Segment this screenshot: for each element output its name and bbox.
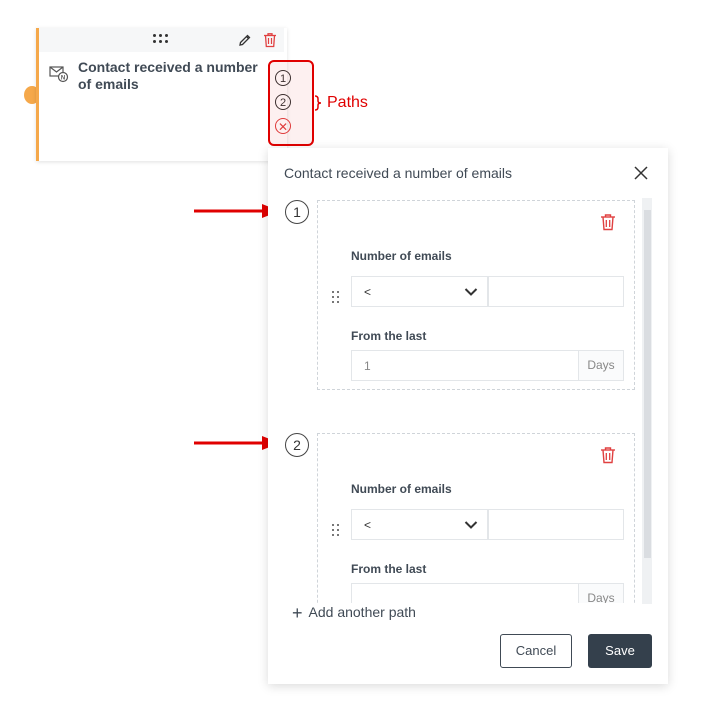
from-the-last-input[interactable]: 1 — [351, 350, 579, 381]
operator-value: < — [364, 518, 372, 532]
svg-text:N: N — [61, 76, 65, 82]
pencil-icon[interactable] — [238, 33, 252, 47]
save-button[interactable]: Save — [588, 634, 652, 668]
operator-select[interactable]: < — [351, 509, 488, 540]
days-unit-label: Days — [579, 583, 624, 603]
drag-handle-icon[interactable] — [332, 524, 340, 536]
node-title: Contact received a number of emails — [78, 59, 258, 92]
plus-icon: + — [292, 603, 303, 623]
drag-handle-icon[interactable] — [332, 291, 340, 303]
chevron-down-icon — [464, 288, 478, 296]
number-of-emails-label: Number of emails — [351, 249, 452, 263]
modal-title: Contact received a number of emails — [284, 165, 512, 181]
node-toolbar — [39, 28, 284, 52]
paths-modal: Contact received a number of emails 1 Nu… — [268, 148, 668, 684]
from-the-last-value: 1 — [364, 359, 371, 373]
paths-scroll-area: 1 Number of emails < From the last 1 Day… — [268, 193, 668, 603]
paths-highlight-box — [268, 60, 314, 146]
email-count-input[interactable] — [488, 509, 624, 540]
number-of-emails-label: Number of emails — [351, 482, 452, 496]
email-icon: N — [49, 66, 69, 83]
add-path-button[interactable]: + Add another path — [292, 603, 416, 624]
paths-annotation-label: Paths — [327, 94, 368, 111]
chevron-down-icon — [464, 521, 478, 529]
brace-icon — [314, 95, 322, 111]
add-path-label: Add another path — [308, 604, 416, 620]
cancel-button[interactable]: Cancel — [500, 634, 572, 668]
path-block: Number of emails < From the last 1 Days — [317, 200, 635, 390]
workflow-node-card[interactable]: N Contact received a number of emails — [36, 28, 287, 161]
trash-icon[interactable] — [600, 446, 616, 464]
path-block: Number of emails < From the last Days — [317, 433, 635, 603]
from-the-last-input[interactable] — [351, 583, 579, 603]
path-number: 1 — [285, 200, 309, 224]
trash-icon[interactable] — [600, 213, 616, 231]
path-number: 2 — [285, 433, 309, 457]
email-count-input[interactable] — [488, 276, 624, 307]
close-icon[interactable] — [634, 166, 648, 180]
operator-select[interactable]: < — [351, 276, 488, 307]
days-unit-label: Days — [579, 350, 624, 381]
trash-icon[interactable] — [263, 32, 277, 48]
from-the-last-label: From the last — [351, 329, 427, 343]
from-the-last-label: From the last — [351, 562, 427, 576]
drag-icon[interactable] — [153, 34, 169, 46]
operator-value: < — [364, 285, 372, 299]
